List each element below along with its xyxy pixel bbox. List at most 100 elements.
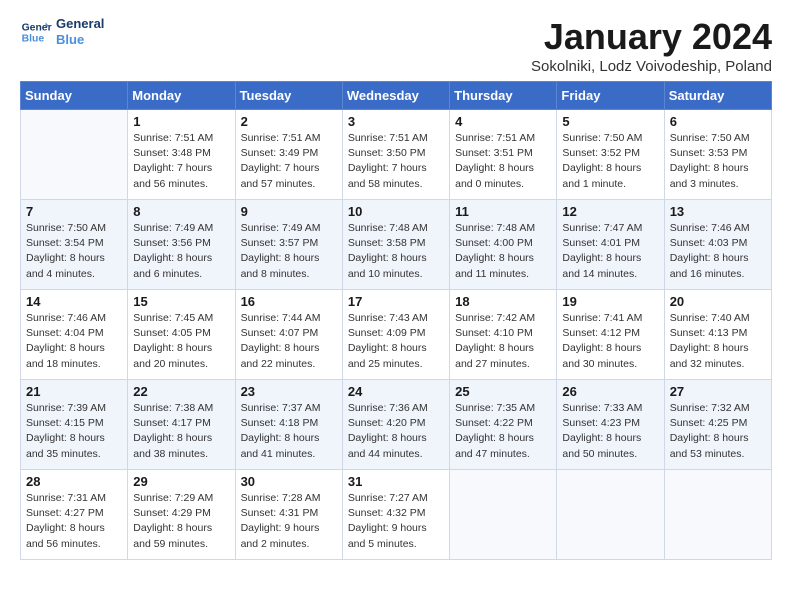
day-info: Sunrise: 7:50 AM Sunset: 3:54 PM Dayligh… bbox=[26, 221, 122, 282]
logo-text-blue: Blue bbox=[56, 32, 104, 48]
weekday-header-thursday: Thursday bbox=[450, 82, 557, 110]
day-number: 20 bbox=[670, 294, 766, 309]
calendar-cell: 23 Sunrise: 7:37 AM Sunset: 4:18 PM Dayli… bbox=[235, 380, 342, 470]
day-number: 8 bbox=[133, 204, 229, 219]
calendar-cell: 26 Sunrise: 7:33 AM Sunset: 4:23 PM Dayli… bbox=[557, 380, 664, 470]
day-number: 12 bbox=[562, 204, 658, 219]
day-number: 28 bbox=[26, 474, 122, 489]
calendar-cell: 28 Sunrise: 7:31 AM Sunset: 4:27 PM Dayli… bbox=[21, 470, 128, 560]
calendar-cell: 7Sunrise: 7:50 AM Sunset: 3:54 PM Daylig… bbox=[21, 200, 128, 290]
day-number: 24 bbox=[348, 384, 444, 399]
day-info: Sunrise: 7:31 AM Sunset: 4:27 PM Dayligh… bbox=[26, 491, 122, 552]
calendar-cell: 12Sunrise: 7:47 AM Sunset: 4:01 PM Dayli… bbox=[557, 200, 664, 290]
day-number: 19 bbox=[562, 294, 658, 309]
calendar-table: SundayMondayTuesdayWednesdayThursdayFrid… bbox=[20, 81, 772, 560]
day-info: Sunrise: 7:32 AM Sunset: 4:25 PM Dayligh… bbox=[670, 401, 766, 462]
day-number: 27 bbox=[670, 384, 766, 399]
day-info: Sunrise: 7:43 AM Sunset: 4:09 PM Dayligh… bbox=[348, 311, 444, 372]
calendar-title: January 2024 bbox=[531, 16, 772, 58]
calendar-cell: 16 Sunrise: 7:44 AM Sunset: 4:07 PM Dayli… bbox=[235, 290, 342, 380]
calendar-week-row: 28 Sunrise: 7:31 AM Sunset: 4:27 PM Dayli… bbox=[21, 470, 772, 560]
logo: General Blue General Blue bbox=[20, 16, 104, 48]
calendar-week-row: 1 Sunrise: 7:51 AM Sunset: 3:48 PM Daylig… bbox=[21, 110, 772, 200]
day-number: 2 bbox=[241, 114, 337, 129]
calendar-cell: 13 Sunrise: 7:46 AM Sunset: 4:03 PM Dayli… bbox=[664, 200, 771, 290]
weekday-header-sunday: Sunday bbox=[21, 82, 128, 110]
calendar-cell: 11Sunrise: 7:48 AM Sunset: 4:00 PM Dayli… bbox=[450, 200, 557, 290]
day-info: Sunrise: 7:38 AM Sunset: 4:17 PM Dayligh… bbox=[133, 401, 229, 462]
day-info: Sunrise: 7:48 AM Sunset: 3:58 PM Dayligh… bbox=[348, 221, 444, 282]
calendar-cell: 25Sunrise: 7:35 AM Sunset: 4:22 PM Dayli… bbox=[450, 380, 557, 470]
calendar-cell: 27 Sunrise: 7:32 AM Sunset: 4:25 PM Dayli… bbox=[664, 380, 771, 470]
day-number: 16 bbox=[241, 294, 337, 309]
day-info: Sunrise: 7:44 AM Sunset: 4:07 PM Dayligh… bbox=[241, 311, 337, 372]
day-info: Sunrise: 7:39 AM Sunset: 4:15 PM Dayligh… bbox=[26, 401, 122, 462]
weekday-header-wednesday: Wednesday bbox=[342, 82, 449, 110]
calendar-cell: 4Sunrise: 7:51 AM Sunset: 3:51 PM Daylig… bbox=[450, 110, 557, 200]
day-number: 10 bbox=[348, 204, 444, 219]
day-info: Sunrise: 7:27 AM Sunset: 4:32 PM Dayligh… bbox=[348, 491, 444, 552]
day-info: Sunrise: 7:46 AM Sunset: 4:04 PM Dayligh… bbox=[26, 311, 122, 372]
calendar-cell: 1 Sunrise: 7:51 AM Sunset: 3:48 PM Daylig… bbox=[128, 110, 235, 200]
calendar-cell: 8 Sunrise: 7:49 AM Sunset: 3:56 PM Daylig… bbox=[128, 200, 235, 290]
day-info: Sunrise: 7:41 AM Sunset: 4:12 PM Dayligh… bbox=[562, 311, 658, 372]
calendar-cell: 2Sunrise: 7:51 AM Sunset: 3:49 PM Daylig… bbox=[235, 110, 342, 200]
logo-text-general: General bbox=[56, 16, 104, 32]
calendar-cell bbox=[450, 470, 557, 560]
day-number: 26 bbox=[562, 384, 658, 399]
calendar-cell: 14 Sunrise: 7:46 AM Sunset: 4:04 PM Dayli… bbox=[21, 290, 128, 380]
calendar-cell: 19 Sunrise: 7:41 AM Sunset: 4:12 PM Dayli… bbox=[557, 290, 664, 380]
day-number: 29 bbox=[133, 474, 229, 489]
calendar-week-row: 21 Sunrise: 7:39 AM Sunset: 4:15 PM Dayli… bbox=[21, 380, 772, 470]
page-header: General Blue General Blue January 2024 S… bbox=[20, 16, 772, 75]
calendar-header-row: SundayMondayTuesdayWednesdayThursdayFrid… bbox=[21, 82, 772, 110]
day-number: 25 bbox=[455, 384, 551, 399]
day-info: Sunrise: 7:28 AM Sunset: 4:31 PM Dayligh… bbox=[241, 491, 337, 552]
calendar-cell: 9Sunrise: 7:49 AM Sunset: 3:57 PM Daylig… bbox=[235, 200, 342, 290]
calendar-cell: 3Sunrise: 7:51 AM Sunset: 3:50 PM Daylig… bbox=[342, 110, 449, 200]
day-number: 22 bbox=[133, 384, 229, 399]
day-info: Sunrise: 7:48 AM Sunset: 4:00 PM Dayligh… bbox=[455, 221, 551, 282]
calendar-cell: 29Sunrise: 7:29 AM Sunset: 4:29 PM Dayli… bbox=[128, 470, 235, 560]
logo-icon: General Blue bbox=[20, 16, 52, 48]
calendar-cell bbox=[21, 110, 128, 200]
svg-text:General: General bbox=[22, 22, 52, 33]
weekday-header-tuesday: Tuesday bbox=[235, 82, 342, 110]
calendar-cell: 20 Sunrise: 7:40 AM Sunset: 4:13 PM Dayli… bbox=[664, 290, 771, 380]
day-info: Sunrise: 7:46 AM Sunset: 4:03 PM Dayligh… bbox=[670, 221, 766, 282]
day-info: Sunrise: 7:50 AM Sunset: 3:53 PM Dayligh… bbox=[670, 131, 766, 192]
day-info: Sunrise: 7:40 AM Sunset: 4:13 PM Dayligh… bbox=[670, 311, 766, 372]
calendar-cell: 15 Sunrise: 7:45 AM Sunset: 4:05 PM Dayli… bbox=[128, 290, 235, 380]
day-number: 1 bbox=[133, 114, 229, 129]
calendar-cell: 22 Sunrise: 7:38 AM Sunset: 4:17 PM Dayli… bbox=[128, 380, 235, 470]
day-info: Sunrise: 7:49 AM Sunset: 3:57 PM Dayligh… bbox=[241, 221, 337, 282]
title-block: January 2024 Sokolniki, Lodz Voivodeship… bbox=[531, 16, 772, 75]
day-info: Sunrise: 7:50 AM Sunset: 3:52 PM Dayligh… bbox=[562, 131, 658, 192]
day-info: Sunrise: 7:33 AM Sunset: 4:23 PM Dayligh… bbox=[562, 401, 658, 462]
day-info: Sunrise: 7:51 AM Sunset: 3:50 PM Dayligh… bbox=[348, 131, 444, 192]
calendar-cell bbox=[557, 470, 664, 560]
day-number: 18 bbox=[455, 294, 551, 309]
day-info: Sunrise: 7:51 AM Sunset: 3:48 PM Dayligh… bbox=[133, 131, 229, 192]
day-number: 14 bbox=[26, 294, 122, 309]
calendar-week-row: 14 Sunrise: 7:46 AM Sunset: 4:04 PM Dayli… bbox=[21, 290, 772, 380]
day-info: Sunrise: 7:37 AM Sunset: 4:18 PM Dayligh… bbox=[241, 401, 337, 462]
calendar-cell bbox=[664, 470, 771, 560]
day-number: 4 bbox=[455, 114, 551, 129]
calendar-cell: 31 Sunrise: 7:27 AM Sunset: 4:32 PM Dayli… bbox=[342, 470, 449, 560]
day-number: 21 bbox=[26, 384, 122, 399]
day-number: 15 bbox=[133, 294, 229, 309]
day-number: 31 bbox=[348, 474, 444, 489]
calendar-cell: 17Sunrise: 7:43 AM Sunset: 4:09 PM Dayli… bbox=[342, 290, 449, 380]
day-info: Sunrise: 7:49 AM Sunset: 3:56 PM Dayligh… bbox=[133, 221, 229, 282]
day-number: 13 bbox=[670, 204, 766, 219]
day-number: 6 bbox=[670, 114, 766, 129]
calendar-cell: 30 Sunrise: 7:28 AM Sunset: 4:31 PM Dayli… bbox=[235, 470, 342, 560]
day-number: 23 bbox=[241, 384, 337, 399]
calendar-subtitle: Sokolniki, Lodz Voivodeship, Poland bbox=[531, 58, 772, 75]
calendar-cell: 6 Sunrise: 7:50 AM Sunset: 3:53 PM Daylig… bbox=[664, 110, 771, 200]
day-info: Sunrise: 7:45 AM Sunset: 4:05 PM Dayligh… bbox=[133, 311, 229, 372]
day-number: 30 bbox=[241, 474, 337, 489]
svg-text:Blue: Blue bbox=[22, 34, 45, 45]
day-info: Sunrise: 7:36 AM Sunset: 4:20 PM Dayligh… bbox=[348, 401, 444, 462]
